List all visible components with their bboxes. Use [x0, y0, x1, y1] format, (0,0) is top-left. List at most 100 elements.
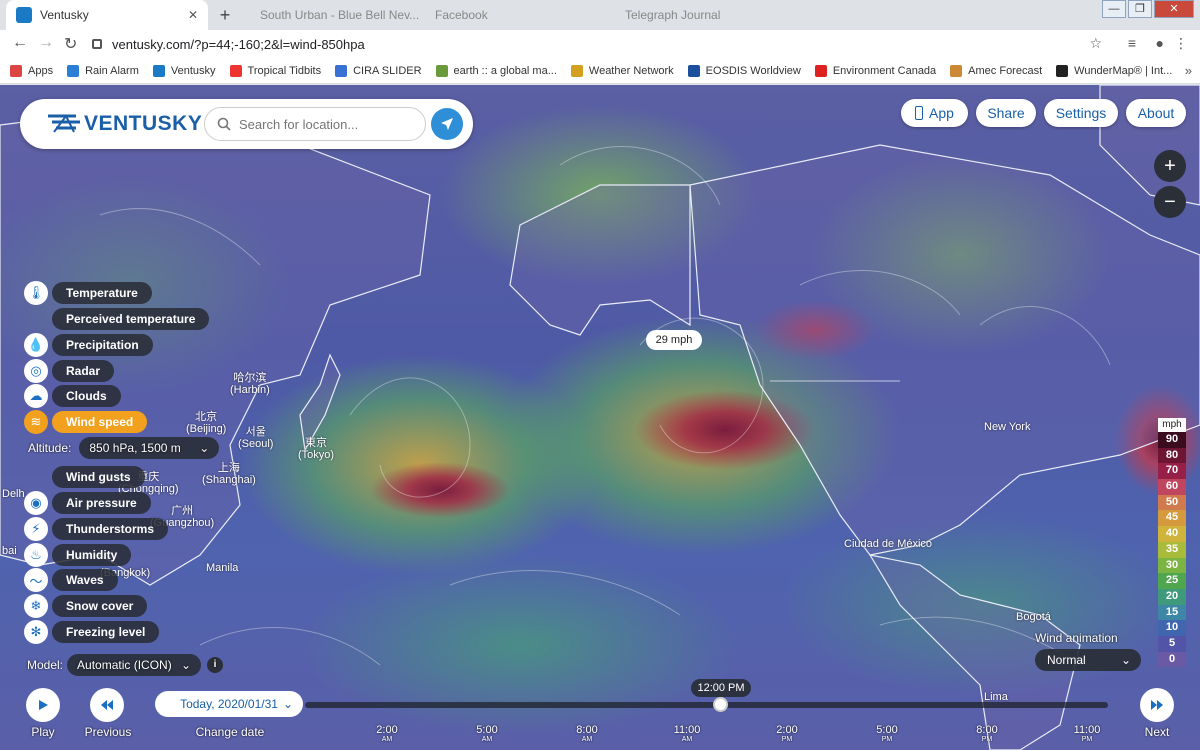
location-arrow-icon	[441, 118, 453, 130]
wind-animation-dropdown[interactable]: Normal ⌄	[1035, 649, 1141, 671]
layer-label: Snow cover	[52, 595, 148, 617]
date-picker[interactable]: Today, 2020/01/31 ⌄	[155, 691, 303, 717]
about-button[interactable]: About	[1126, 99, 1186, 127]
tab-background-3[interactable]: Telegraph Journal	[615, 0, 795, 30]
timeline-handle[interactable]	[713, 697, 728, 712]
layer-label: Wind speed	[52, 411, 148, 433]
menu-kebab-icon[interactable]: ⋮	[1174, 35, 1188, 52]
bookmark-item[interactable]: WunderMap® | Int...	[1056, 64, 1173, 77]
ventusky-logo-icon	[48, 114, 80, 133]
tab-ventusky[interactable]: Ventusky ✕	[6, 0, 208, 30]
timeline-tick[interactable]: 8:00 PM	[962, 724, 1012, 744]
bookmark-star-icon[interactable]: ☆	[1089, 35, 1102, 52]
play-button[interactable]	[26, 688, 60, 722]
app-button[interactable]: App	[901, 99, 968, 127]
layer-label: Air pressure	[52, 492, 151, 514]
bookmark-item[interactable]: Weather Network	[570, 64, 674, 77]
pressure-icon: ◉	[24, 491, 48, 515]
rewind-icon	[101, 700, 113, 710]
wind-speed-tooltip: 29 mph	[646, 330, 702, 350]
tick-time: 5:00	[476, 724, 498, 736]
tick-time: 8:00	[976, 724, 998, 736]
timeline-tick[interactable]: 11:00 AM	[662, 724, 712, 744]
close-tab-icon[interactable]: ✕	[188, 8, 198, 22]
search-box[interactable]	[204, 107, 426, 141]
bookmark-label: WunderMap® | Int...	[1074, 64, 1173, 77]
bookmark-item[interactable]: Environment Canada	[814, 64, 937, 77]
altitude-label: Altitude:	[28, 441, 72, 455]
altitude-selector: Altitude: 850 hPa, 1500 m ⌄	[28, 437, 220, 459]
layer-label: Clouds	[52, 385, 121, 407]
back-arrow-icon[interactable]: ←	[12, 34, 28, 52]
bookmark-item[interactable]: Ventusky	[152, 64, 216, 77]
zoom-in-button[interactable]: +	[1154, 150, 1186, 182]
bookmark-item[interactable]: Amec Forecast	[950, 64, 1042, 77]
info-icon[interactable]: i	[207, 657, 224, 673]
timeline-track[interactable]	[305, 702, 1108, 708]
legend-value: 50	[1158, 494, 1186, 511]
city-label-new-york: New York	[984, 421, 1031, 433]
url-field[interactable]: ventusky.com/?p=44;-160;2&l=wind-850hpa	[92, 33, 1112, 55]
wind-speed-legend: mph 90 80 70 60 50 45 40 35 30 25 20 15 10 5 0	[1158, 418, 1186, 668]
next-label: Next	[1144, 725, 1170, 739]
bookmark-item[interactable]: earth :: a global ma...	[435, 64, 557, 77]
bookmark-item[interactable]: Tropical Tidbits	[229, 64, 321, 77]
share-button-label: Share	[987, 105, 1025, 121]
reload-icon[interactable]: ↻	[64, 34, 77, 54]
layer-label: Thunderstorms	[52, 518, 169, 540]
bookmark-item[interactable]: Apps	[10, 64, 53, 77]
tick-time: 11:00	[1073, 724, 1101, 736]
zoom-out-button[interactable]: −	[1154, 186, 1186, 218]
wind-animation-label: Wind animation	[1035, 631, 1118, 645]
tick-time: 2:00	[776, 724, 798, 736]
timeline-tick[interactable]: 5:00 PM	[862, 724, 912, 744]
wind-map[interactable]: 哈尔滨 (Harbin) 北京 (Beijing) 서울 (Seoul) 東京 (Tok…	[0, 85, 1200, 750]
ventusky-logo[interactable]: VENTUSKY	[46, 112, 202, 136]
close-window-button[interactable]: ✕	[1154, 0, 1194, 18]
bookmark-favicon-icon	[950, 64, 963, 77]
model-value: Automatic (ICON)	[77, 658, 172, 672]
media-icon[interactable]: ≡	[1128, 35, 1136, 51]
tab-title: Ventusky	[40, 8, 89, 22]
lightning-icon: ⚡	[24, 517, 48, 541]
minimize-button[interactable]: —	[1102, 0, 1126, 18]
search-input[interactable]	[239, 116, 409, 132]
tab-bar: Ventusky ✕ + South Urban - Blue Bell Nev…	[0, 0, 1200, 30]
timeline-tick[interactable]: 2:00 PM	[762, 724, 812, 744]
legend-value: 5	[1158, 635, 1186, 652]
radar-icon: ◎	[24, 359, 48, 383]
locate-button[interactable]	[431, 108, 463, 140]
tick-time: 11:00	[673, 724, 701, 736]
next-button[interactable]	[1140, 688, 1174, 722]
tab-background-1[interactable]: South Urban - Blue Bell Nev...	[250, 0, 430, 30]
tick-period: PM	[881, 736, 893, 743]
settings-button[interactable]: Settings	[1044, 99, 1118, 127]
new-tab-button[interactable]: +	[214, 4, 236, 26]
legend-value: 40	[1158, 526, 1186, 542]
profile-avatar-icon[interactable]: ●	[1156, 35, 1164, 51]
share-button[interactable]: Share	[976, 99, 1036, 127]
bookmark-item[interactable]: Rain Alarm	[67, 64, 139, 77]
model-dropdown[interactable]: Automatic (ICON) ⌄	[67, 654, 202, 676]
chevron-down-icon: ⌄	[282, 697, 293, 711]
bookmark-item[interactable]: EOSDIS Worldview	[687, 64, 801, 77]
timeline-tick[interactable]: 5:00 AM	[462, 724, 512, 744]
timeline-tick[interactable]: 11:00 PM	[1062, 724, 1112, 744]
legend-value: 10	[1158, 620, 1186, 636]
maximize-button[interactable]: ❐	[1128, 0, 1152, 18]
tab-background-2[interactable]: Facebook	[425, 0, 605, 30]
timeline-tick[interactable]: 2:00 AM	[362, 724, 412, 744]
tick-period: PM	[781, 736, 793, 743]
legend-unit: mph	[1158, 418, 1186, 432]
forward-arrow-icon[interactable]: →	[38, 34, 54, 52]
bookmark-favicon-icon	[335, 64, 348, 77]
bookmark-item[interactable]: CIRA SLIDER	[335, 64, 422, 77]
previous-button[interactable]	[90, 688, 124, 722]
more-bookmarks-icon[interactable]: »	[1185, 63, 1192, 78]
timeline-tick[interactable]: 8:00 AM	[562, 724, 612, 744]
legend-value: 0	[1158, 651, 1186, 668]
altitude-dropdown[interactable]: 850 hPa, 1500 m ⌄	[79, 437, 220, 459]
bookmark-label: Environment Canada	[832, 64, 937, 77]
city-label-beijing: 北京 (Beijing)	[186, 411, 227, 435]
zoom-out-label: −	[1164, 190, 1176, 213]
